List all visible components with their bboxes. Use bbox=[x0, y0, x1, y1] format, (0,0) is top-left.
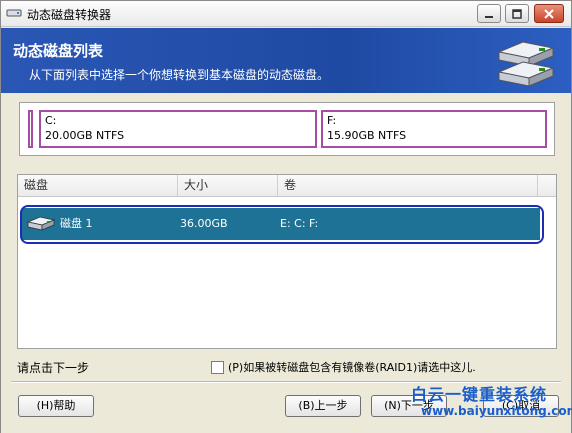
volume-map-panel: C: 20.00GB NTFS F: 15.90GB NTFS bbox=[19, 102, 555, 156]
volume-letter: C: bbox=[45, 114, 57, 127]
volume-f[interactable]: F: 15.90GB NTFS bbox=[321, 110, 547, 148]
volume-c[interactable]: C: 20.00GB NTFS bbox=[39, 110, 317, 148]
close-icon bbox=[544, 8, 554, 19]
raid-option[interactable]: (P)如果被转磁盘包含有镜像卷(RAID1)请选中这儿. bbox=[211, 359, 476, 375]
volume-letter: F: bbox=[327, 114, 337, 127]
selection-highlight-outline bbox=[20, 205, 544, 244]
raid-checkbox-label[interactable]: (P)如果被转磁盘包含有镜像卷(RAID1)请选中这儿. bbox=[228, 359, 476, 375]
disk-app-icon bbox=[6, 9, 22, 17]
volume-strip bbox=[28, 110, 33, 148]
disks-icon bbox=[497, 41, 555, 87]
watermark: 白云一键重装系统 www.baiyunxitong.com bbox=[411, 381, 572, 433]
help-button[interactable]: (H)帮助 bbox=[18, 395, 94, 417]
maximize-button[interactable] bbox=[505, 4, 529, 23]
prev-button[interactable]: (B)上一步 bbox=[285, 395, 361, 417]
watermark-text: 白云一键重装系统 bbox=[411, 385, 548, 404]
list-header: 磁盘 大小 卷 bbox=[18, 175, 556, 197]
page-title: 动态磁盘列表 bbox=[13, 42, 104, 60]
maximize-icon bbox=[512, 8, 522, 19]
title-bar[interactable]: 动态磁盘转换器 bbox=[1, 1, 571, 27]
header-banner: 动态磁盘列表 从下面列表中选择一个你想转换到基本磁盘的动态磁盘。 bbox=[1, 28, 571, 93]
minimize-button[interactable] bbox=[477, 4, 501, 23]
close-button[interactable] bbox=[534, 4, 564, 23]
volume-info: 20.00GB NTFS bbox=[45, 129, 125, 142]
hint-text: 请点击下一步 bbox=[17, 361, 90, 375]
column-volume[interactable]: 卷 bbox=[278, 175, 538, 196]
page-subtitle: 从下面列表中选择一个你想转换到基本磁盘的动态磁盘。 bbox=[29, 68, 330, 82]
volume-info: 15.90GB NTFS bbox=[327, 129, 407, 142]
disk-list[interactable]: 磁盘 大小 卷 磁盘 1 36.00GB E: C: F: bbox=[17, 174, 557, 349]
window-title: 动态磁盘转换器 bbox=[27, 8, 112, 22]
raid-checkbox[interactable] bbox=[211, 360, 224, 374]
column-size[interactable]: 大小 bbox=[178, 175, 278, 196]
dialog-window: 动态磁盘转换器 动态磁盘列表 从下面列表中选择一个你想转换到基本磁盘的动态磁盘。 bbox=[0, 0, 572, 433]
column-disk[interactable]: 磁盘 bbox=[18, 175, 178, 196]
minimize-icon bbox=[485, 15, 493, 18]
watermark-url: www.baiyunxitong.com bbox=[421, 404, 572, 418]
